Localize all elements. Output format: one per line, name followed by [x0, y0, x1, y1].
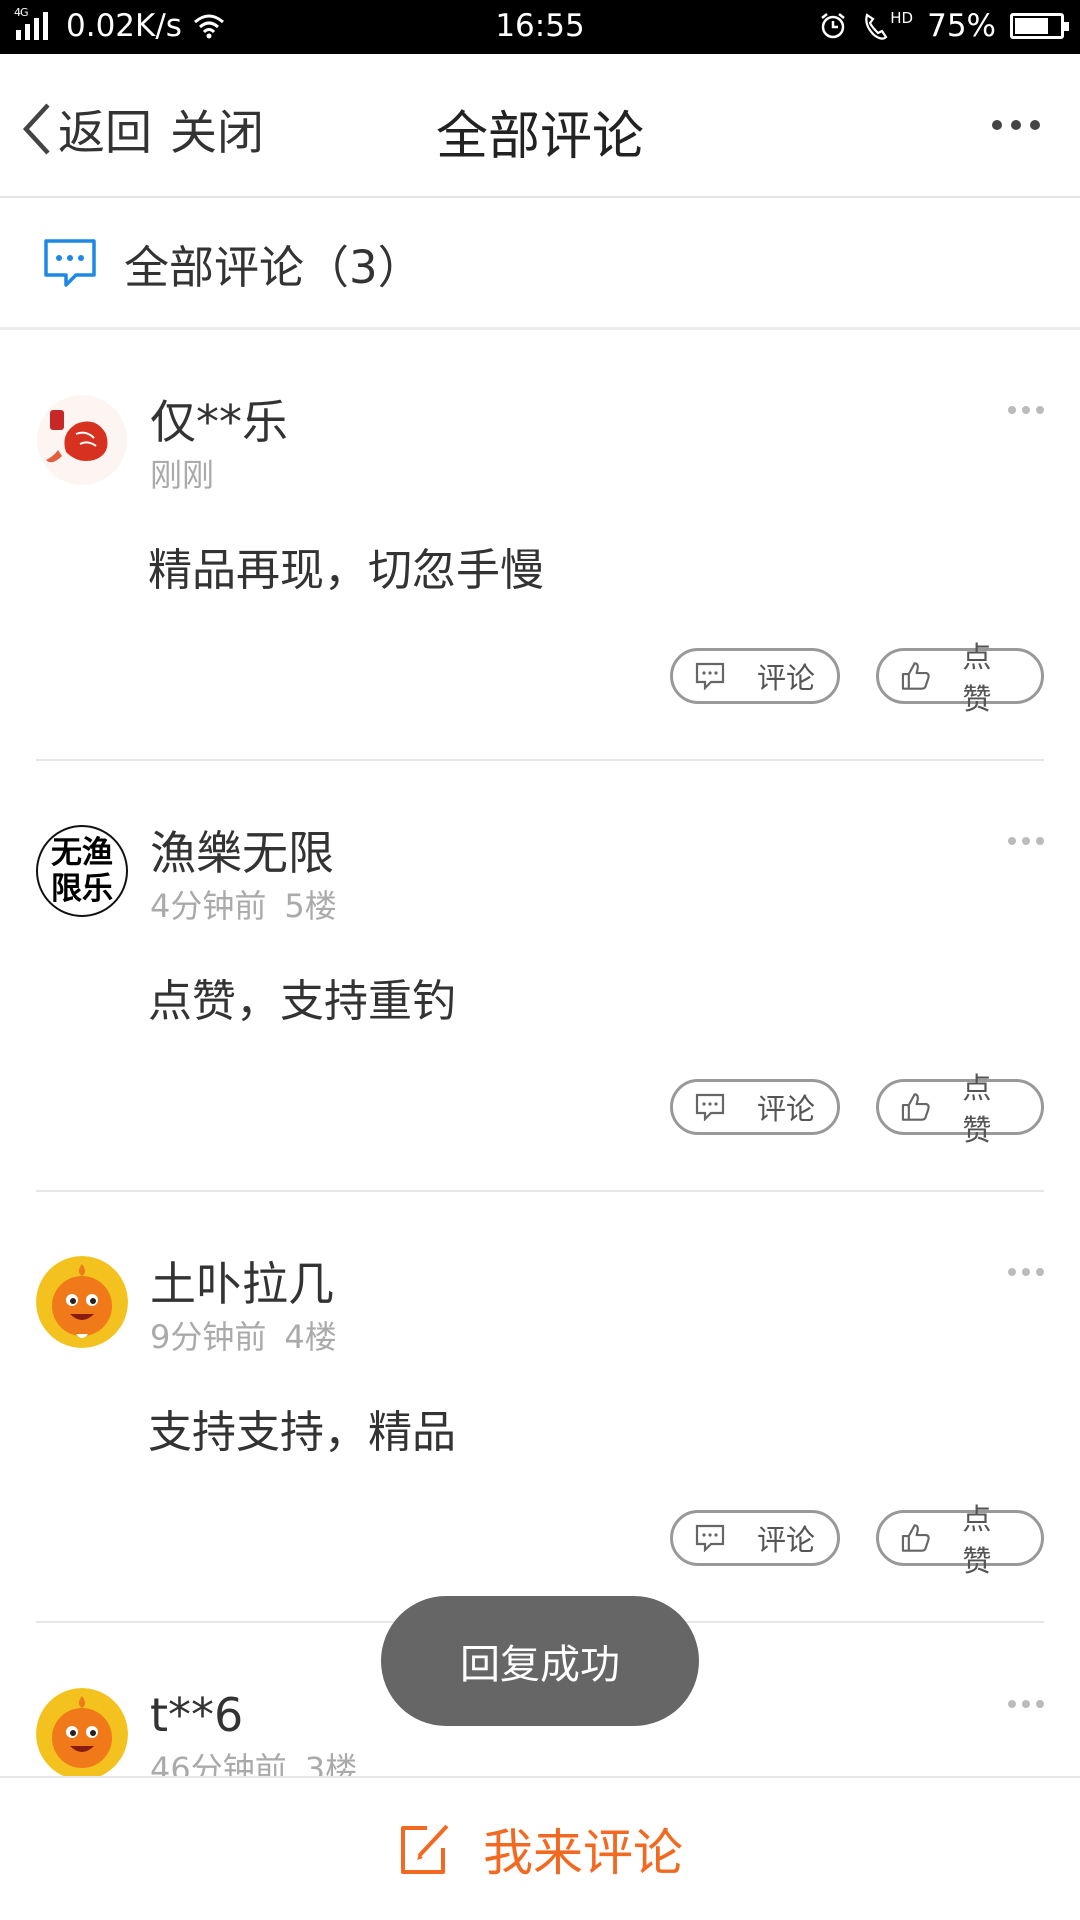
comment-username[interactable]: 仅**乐	[150, 386, 288, 452]
comment-floor: 4楼	[284, 1318, 337, 1356]
comment-text: 精品再现，切忽手慢	[148, 545, 544, 596]
comment-floor: 3楼	[304, 1750, 358, 1776]
thumbs-up-icon	[901, 1093, 930, 1121]
write-comment-button[interactable]: 我来评论	[0, 1776, 1080, 1920]
comment-text: 支持支持，精品	[148, 1407, 456, 1458]
more-dots-icon[interactable]	[1008, 1268, 1044, 1276]
comments-count-label: 全部评论（3）	[124, 241, 423, 294]
comment-text: 点赞，支持重钓	[148, 976, 456, 1027]
reply-button[interactable]: 评论	[670, 1079, 840, 1135]
comment-meta: 4分钟前 5楼	[150, 881, 337, 927]
reply-label: 评论	[757, 661, 816, 695]
like-button[interactable]: 点赞	[876, 1502, 1044, 1578]
avatar[interactable]	[36, 394, 128, 486]
comment-time: 刚刚	[150, 456, 215, 494]
comment-meta: 9分钟前 4楼	[150, 1312, 337, 1358]
like-label: 点赞	[962, 640, 992, 716]
comments-section-header: 全部评论（3）	[0, 200, 1080, 330]
like-label: 点赞	[962, 1071, 992, 1147]
more-dots-icon[interactable]	[1008, 837, 1044, 845]
comment-username[interactable]: 漁樂无限	[150, 817, 334, 883]
thumbs-up-icon	[901, 1524, 930, 1552]
comment-icon	[695, 1093, 725, 1121]
page-title: 全部评论	[435, 107, 644, 167]
battery-percent: 75%	[927, 8, 996, 44]
alarm-icon	[821, 13, 846, 39]
comment-item: 无渔 限乐 漁樂无限 4分钟前 5楼 点赞，支持重钓 评论 点赞	[36, 825, 1044, 1165]
reply-label: 评论	[757, 1523, 816, 1557]
comment-item: 仅**乐 刚刚 精品再现，切忽手慢 评论 点赞	[36, 394, 1044, 734]
reply-label: 评论	[757, 1092, 816, 1126]
comment-meta: 46分钟前 3楼	[150, 1744, 357, 1776]
nav-bar: 返回 关闭 全部评论	[0, 54, 1080, 198]
more-dots-icon[interactable]	[1008, 1700, 1044, 1708]
write-comment-label: 我来评论	[483, 1824, 683, 1882]
comment-item: 土卟拉几 9分钟前 4楼 支持支持，精品 评论 点赞	[36, 1256, 1044, 1596]
toast-message: 回复成功	[381, 1596, 699, 1726]
divider	[36, 1190, 1044, 1192]
avatar[interactable]	[36, 1688, 128, 1776]
divider	[36, 759, 1044, 761]
comment-floor: 5楼	[284, 887, 337, 925]
comment-icon	[695, 1524, 725, 1552]
reply-button[interactable]: 评论	[670, 648, 840, 704]
more-dots-icon[interactable]	[992, 120, 1040, 130]
comment-username[interactable]: 土卟拉几	[150, 1248, 334, 1314]
like-button[interactable]: 点赞	[876, 1071, 1044, 1147]
more-dots-icon[interactable]	[1008, 406, 1044, 414]
thumbs-up-icon	[901, 662, 930, 690]
hd-call-icon: HD	[862, 9, 913, 41]
avatar-text: 限乐	[51, 871, 113, 907]
status-bar: 4G 0.02K/s 16:55 HD 75%	[0, 0, 1080, 54]
comment-meta: 刚刚	[150, 450, 214, 496]
edit-icon	[401, 1824, 449, 1874]
comment-icon	[695, 662, 725, 690]
like-button[interactable]: 点赞	[876, 640, 1044, 716]
avatar[interactable]	[36, 1256, 128, 1348]
comment-time: 46分钟前	[150, 1750, 287, 1776]
battery-icon	[1010, 13, 1069, 39]
comment-time: 4分钟前	[150, 887, 267, 925]
comment-username[interactable]: t**6	[150, 1688, 243, 1742]
like-label: 点赞	[962, 1502, 992, 1578]
reply-button[interactable]: 评论	[670, 1510, 840, 1566]
comment-bubble-icon	[44, 238, 96, 287]
comment-time: 9分钟前	[150, 1318, 267, 1356]
avatar[interactable]: 无渔 限乐	[36, 825, 128, 917]
avatar-text: 无渔	[51, 835, 113, 871]
